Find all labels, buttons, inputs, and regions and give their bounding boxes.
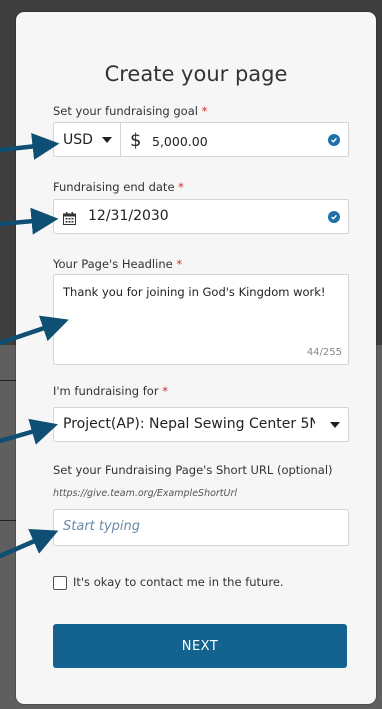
- arrow-icon: [0, 207, 59, 235]
- arrow-icon: [0, 133, 60, 160]
- arrow-icon: [0, 418, 58, 445]
- arrow-icon: [0, 529, 59, 559]
- annotation-arrows: [0, 133, 69, 559]
- arrow-icon: [0, 315, 69, 346]
